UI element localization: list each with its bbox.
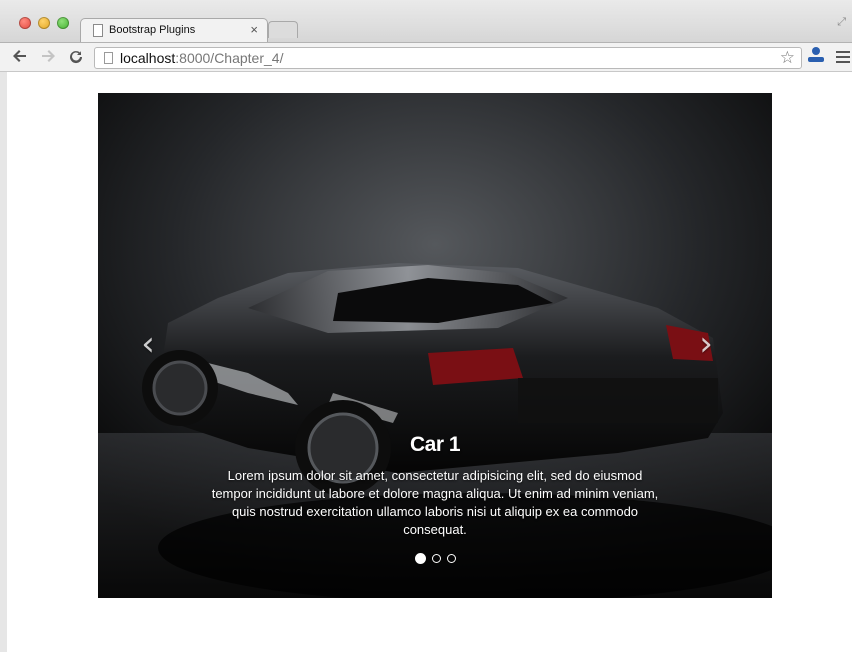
carousel-indicator-1[interactable] xyxy=(414,553,426,564)
minimize-window-button[interactable] xyxy=(38,17,50,29)
browser-toolbar: localhost:8000/Chapter_4/ ☆ xyxy=(0,42,852,72)
carousel-prev-button[interactable]: ‹ xyxy=(128,319,168,369)
tab-title: Bootstrap Plugins xyxy=(109,24,196,36)
zoom-window-button[interactable] xyxy=(57,17,69,29)
user-extension-icon[interactable] xyxy=(808,47,824,63)
star-icon[interactable]: ☆ xyxy=(780,48,795,68)
carousel-indicator-2[interactable] xyxy=(431,554,441,563)
carousel-caption: Car 1 Lorem ipsum dolor sit amet, consec… xyxy=(208,433,662,539)
browser-titlebar: Bootstrap Plugins × ⤢ xyxy=(0,0,852,43)
new-tab-button[interactable] xyxy=(268,21,298,38)
browser-tab[interactable]: Bootstrap Plugins × xyxy=(80,18,268,43)
tab-close-button[interactable]: × xyxy=(250,22,258,37)
carousel-next-button[interactable]: › xyxy=(686,319,726,369)
hamburger-menu-icon[interactable] xyxy=(836,51,850,66)
document-icon xyxy=(93,24,103,37)
carousel-indicator-3[interactable] xyxy=(446,554,456,563)
forward-button[interactable] xyxy=(40,48,56,68)
image-carousel: ‹ › Car 1 Lorem ipsum dolor sit amet, co… xyxy=(98,93,772,598)
url-path: :8000/Chapter_4/ xyxy=(175,50,284,66)
reload-icon xyxy=(70,51,83,64)
reload-button[interactable] xyxy=(68,48,84,69)
address-bar[interactable]: localhost:8000/Chapter_4/ ☆ xyxy=(94,47,802,69)
carousel-indicators xyxy=(98,553,772,564)
page-icon xyxy=(104,52,113,64)
url-text[interactable]: localhost:8000/Chapter_4/ xyxy=(120,50,283,66)
arrow-right-icon xyxy=(42,50,55,62)
slide-description: Lorem ipsum dolor sit amet, consectetur … xyxy=(211,468,659,537)
close-window-button[interactable] xyxy=(19,17,31,29)
arrow-left-icon xyxy=(13,50,26,62)
fullscreen-icon[interactable]: ⤢ xyxy=(837,16,846,29)
back-button[interactable] xyxy=(12,48,28,68)
slide-title: Car 1 xyxy=(409,433,461,456)
url-host: localhost xyxy=(120,50,176,66)
